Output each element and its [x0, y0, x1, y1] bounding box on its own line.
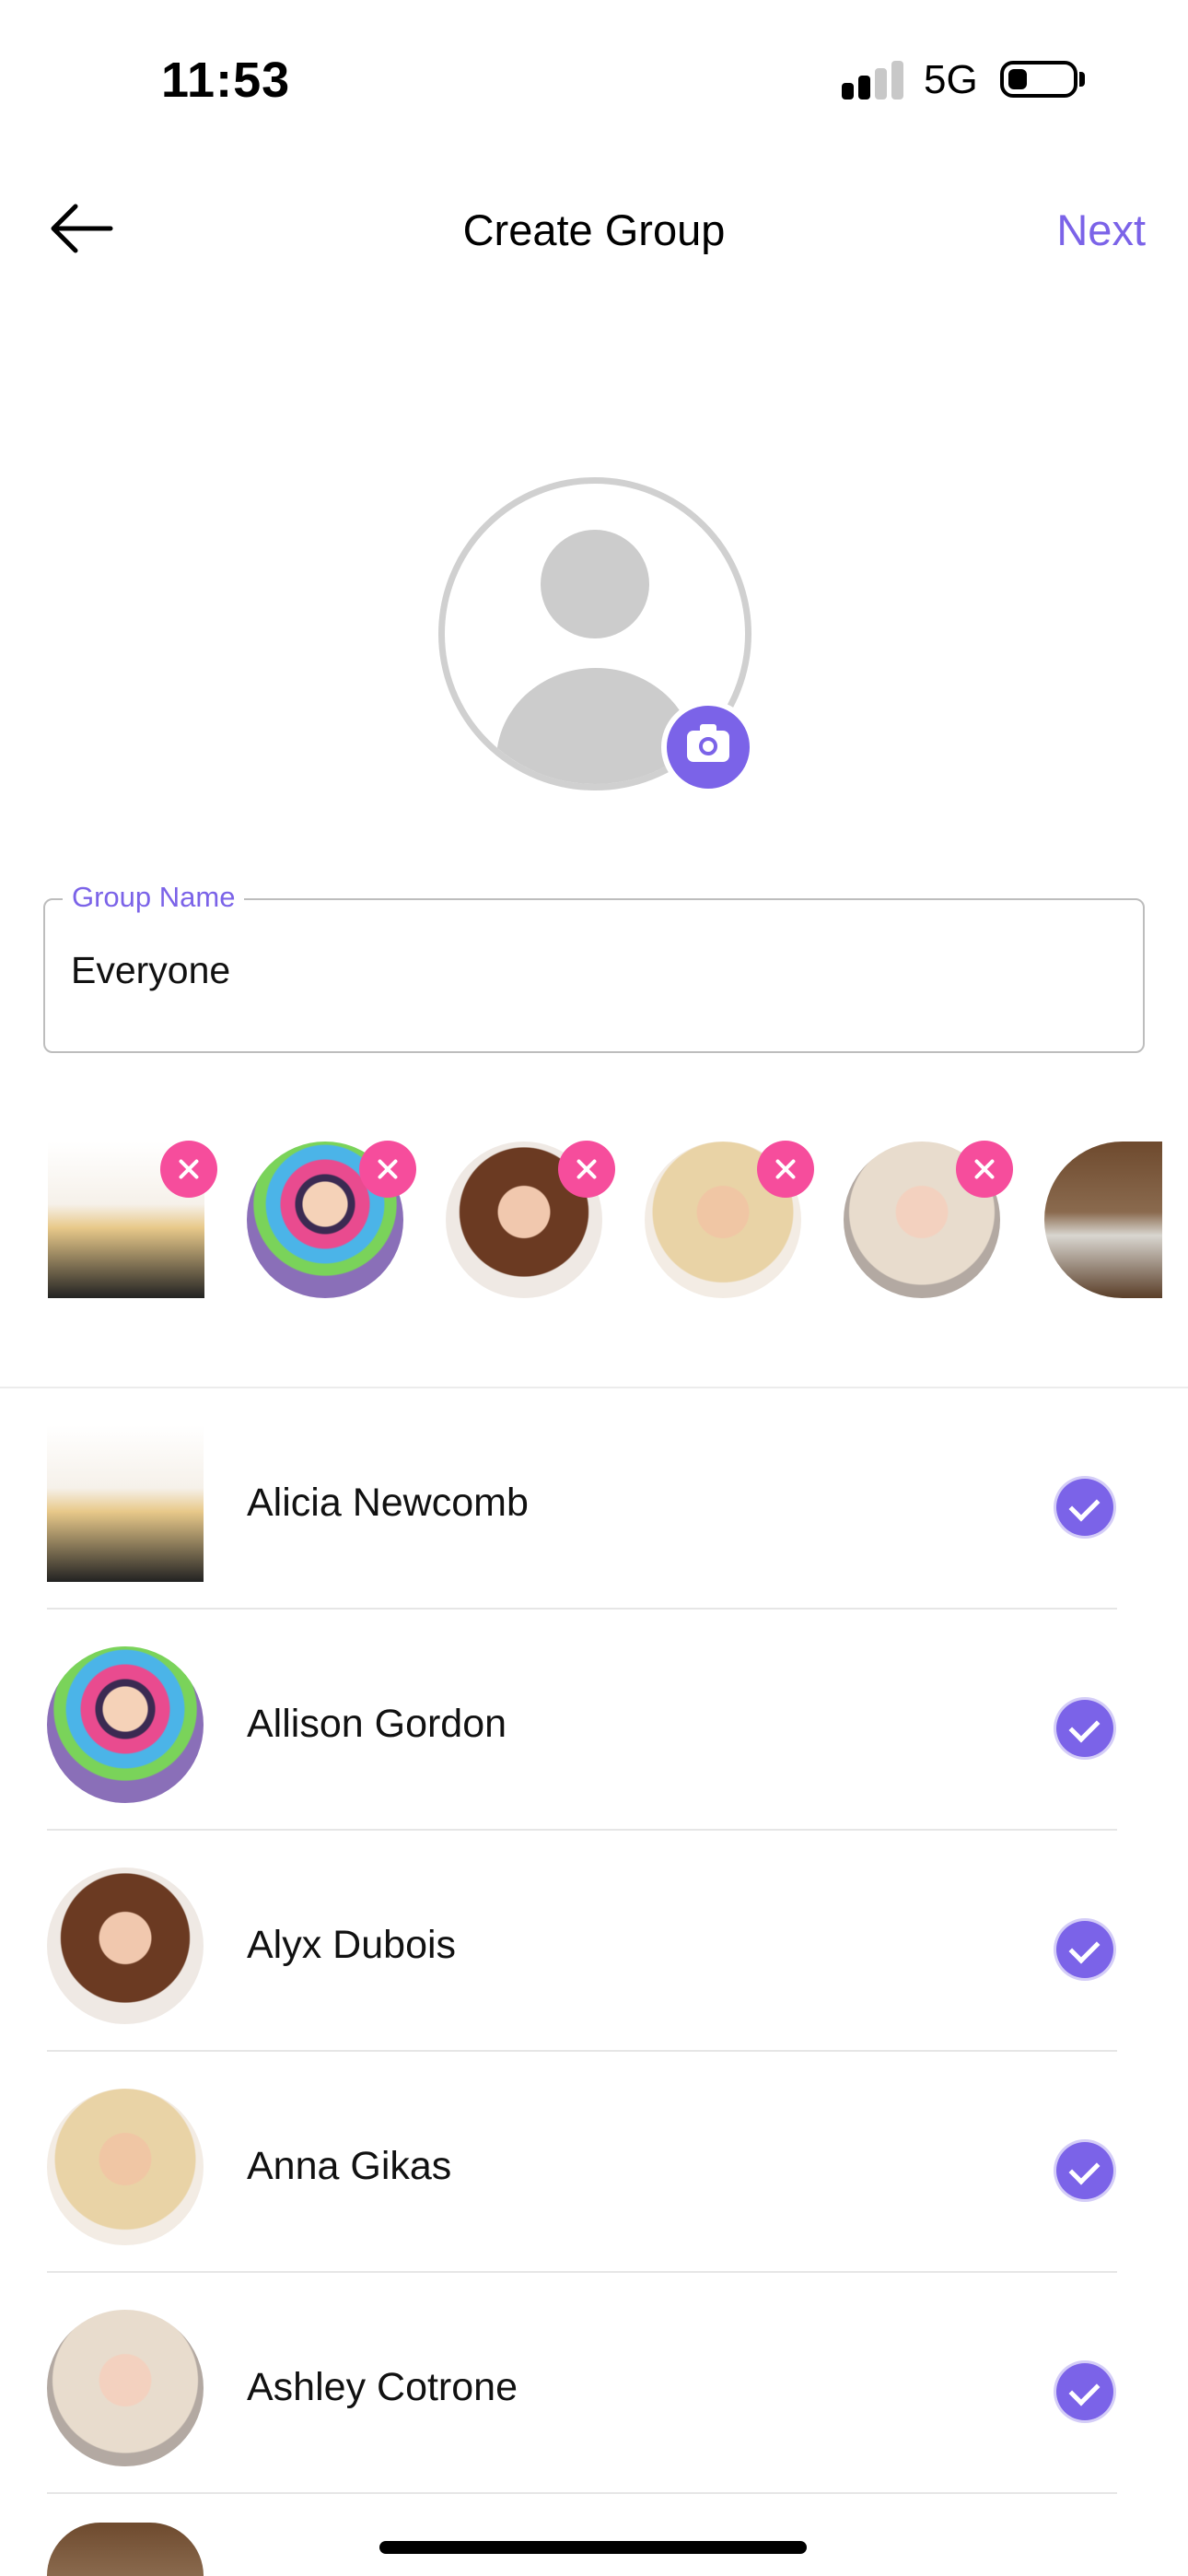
group-name-label: Group Name — [63, 881, 245, 914]
remove-member-icon[interactable] — [359, 1141, 416, 1198]
contact-name: Alicia Newcomb — [247, 1481, 529, 1525]
avatar — [47, 1425, 204, 1582]
next-button[interactable]: Next — [1056, 205, 1146, 255]
divider — [47, 2492, 1117, 2494]
remove-member-icon[interactable] — [956, 1141, 1013, 1198]
contact-name: Allison Gordon — [247, 1702, 507, 1746]
home-indicator — [379, 2541, 807, 2554]
contact-name: Alyx Dubois — [247, 1923, 457, 1967]
checkmark-icon[interactable] — [1056, 1700, 1113, 1757]
avatar — [47, 1868, 204, 2024]
battery-icon — [1000, 61, 1077, 98]
list-item[interactable]: Anna Gikas — [0, 2052, 1188, 2273]
avatar — [47, 1646, 204, 1803]
contact-name: Anna Gikas — [247, 2144, 452, 2188]
list-item[interactable]: Ashley Cotrone — [0, 2273, 1188, 2494]
checkmark-icon[interactable] — [1056, 1479, 1113, 1536]
signal-icon — [842, 59, 904, 100]
selected-avatar-6[interactable] — [1044, 1142, 1162, 1298]
status-time: 11:53 — [161, 53, 291, 108]
camera-icon — [687, 724, 729, 762]
list-item[interactable]: Alicia Newcomb — [0, 1388, 1188, 1610]
remove-member-icon[interactable] — [558, 1141, 615, 1198]
avatar — [47, 2089, 204, 2245]
avatar — [47, 2310, 204, 2466]
list-item[interactable]: Allison Gordon — [0, 1610, 1188, 1831]
network-label: 5G — [924, 57, 978, 102]
list-item[interactable]: Alyx Dubois — [0, 1831, 1188, 2052]
camera-button[interactable] — [661, 700, 755, 794]
battery-nub — [1079, 72, 1085, 87]
avatar — [47, 2523, 204, 2576]
checkmark-icon[interactable] — [1056, 1921, 1113, 1978]
page-title: Create Group — [462, 205, 726, 254]
avatar-head-shape — [541, 530, 649, 638]
remove-member-icon[interactable] — [757, 1141, 814, 1198]
contact-name: Ashley Cotrone — [247, 2365, 518, 2409]
remove-member-icon[interactable] — [160, 1141, 217, 1198]
group-name-input[interactable]: Everyone — [71, 949, 230, 992]
checkmark-icon[interactable] — [1056, 2142, 1113, 2199]
checkmark-icon[interactable] — [1056, 2363, 1113, 2420]
